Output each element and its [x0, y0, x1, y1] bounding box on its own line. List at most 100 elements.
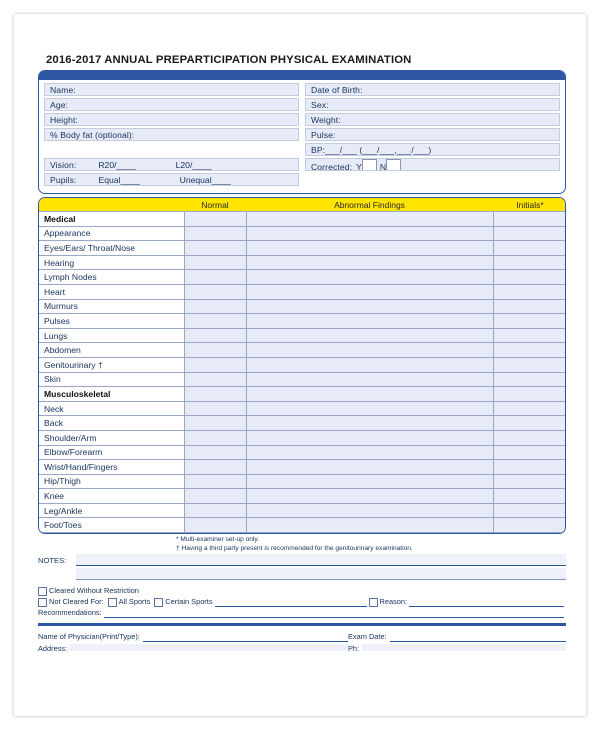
height-field[interactable]: Height:	[44, 113, 299, 126]
certain-sports-input-line[interactable]	[214, 597, 367, 607]
exam-abnormal-findings-cell[interactable]	[245, 356, 494, 373]
exam-normal-cell[interactable]	[183, 371, 247, 388]
exam-initials-cell[interactable]	[492, 444, 565, 461]
exam-initials-cell[interactable]	[492, 429, 565, 446]
exam-initials-cell[interactable]	[492, 298, 565, 315]
exam-normal-cell[interactable]	[183, 327, 247, 344]
exam-abnormal-findings-cell[interactable]	[245, 225, 494, 242]
exam-abnormal-findings-cell[interactable]	[245, 240, 494, 256]
exam-normal-cell[interactable]	[183, 283, 247, 300]
exam-normal-cell[interactable]	[183, 517, 247, 534]
exam-item-label: Murmurs	[39, 298, 185, 315]
exam-abnormal-findings-cell[interactable]	[245, 254, 494, 271]
physician-name-input-line[interactable]	[142, 632, 348, 642]
exam-initials-cell[interactable]	[492, 269, 565, 285]
exam-abnormal-findings-cell[interactable]	[245, 327, 494, 344]
cleared-without-restriction-checkbox[interactable]	[38, 586, 47, 596]
exam-item-label: Foot/Toes	[39, 517, 185, 534]
exam-abnormal-findings-cell[interactable]	[245, 488, 494, 504]
exam-initials-cell[interactable]	[492, 502, 565, 519]
all-sports-checkbox[interactable]	[107, 597, 117, 607]
recommendations-input-line[interactable]	[103, 608, 564, 618]
exam-initials-cell[interactable]	[492, 211, 565, 227]
exam-initials-cell[interactable]	[492, 459, 565, 475]
exam-abnormal-findings-cell[interactable]	[245, 459, 494, 475]
age-field[interactable]: Age:	[44, 98, 299, 111]
exam-abnormal-findings-cell[interactable]	[245, 211, 494, 227]
exam-initials-cell[interactable]	[492, 488, 565, 504]
exam-abnormal-findings-cell[interactable]	[245, 400, 494, 417]
exam-normal-cell[interactable]	[183, 254, 247, 271]
weight-field[interactable]: Weight:	[305, 113, 560, 126]
exam-normal-cell[interactable]	[183, 225, 247, 242]
exam-initials-cell[interactable]	[492, 327, 565, 344]
pupils-field[interactable]: Pupils: Equal____ Unequal____	[44, 173, 299, 186]
exam-abnormal-findings-cell[interactable]	[245, 444, 494, 461]
exam-normal-cell[interactable]	[183, 313, 247, 329]
exam-normal-cell[interactable]	[183, 356, 247, 373]
exam-abnormal-findings-cell[interactable]	[245, 429, 494, 446]
exam-initials-cell[interactable]	[492, 254, 565, 271]
exam-initials-cell[interactable]	[492, 473, 565, 490]
exam-normal-cell[interactable]	[183, 502, 247, 519]
document-body: 2016-2017 ANNUAL PREPARTICIPATION PHYSIC…	[38, 54, 566, 651]
exam-normal-cell[interactable]	[183, 211, 247, 227]
exam-abnormal-findings-cell[interactable]	[245, 283, 494, 300]
not-cleared-for-checkbox[interactable]	[38, 597, 47, 607]
exam-normal-cell[interactable]	[183, 429, 247, 446]
phone-input-line[interactable]	[362, 643, 566, 651]
certain-sports-checkbox[interactable]	[154, 597, 164, 607]
corrected-field[interactable]: Corrected: Y N	[305, 158, 560, 171]
exam-initials-cell[interactable]	[492, 371, 565, 388]
exam-initials-cell[interactable]	[492, 225, 565, 242]
exam-abnormal-findings-cell[interactable]	[245, 386, 494, 402]
exam-abnormal-findings-cell[interactable]	[245, 298, 494, 315]
vision-field[interactable]: Vision: R20/____ L20/____	[44, 158, 299, 171]
body-fat-field[interactable]: % Body fat (optional):	[44, 128, 299, 141]
pulse-field[interactable]: Pulse:	[305, 128, 560, 141]
exam-normal-cell[interactable]	[183, 400, 247, 417]
exam-normal-cell[interactable]	[183, 444, 247, 461]
address-input-line[interactable]	[70, 643, 348, 651]
exam-initials-cell[interactable]	[492, 517, 565, 534]
exam-normal-cell[interactable]	[183, 386, 247, 402]
exam-normal-cell[interactable]	[183, 488, 247, 504]
blood-pressure-field[interactable]: BP:___/___ (___/___,___/___)	[305, 143, 560, 156]
exam-normal-cell[interactable]	[183, 298, 247, 315]
reason-input-line[interactable]	[409, 597, 564, 607]
identity-row-name: Name: Date of Birth:	[44, 83, 560, 96]
corrected-yes-checkbox[interactable]	[361, 159, 377, 170]
exam-initials-cell[interactable]	[492, 415, 565, 431]
exam-abnormal-findings-cell[interactable]	[245, 371, 494, 388]
table-row: Back	[39, 415, 565, 431]
name-field[interactable]: Name:	[44, 83, 299, 96]
exam-normal-cell[interactable]	[183, 459, 247, 475]
exam-abnormal-findings-cell[interactable]	[245, 313, 494, 329]
exam-abnormal-findings-cell[interactable]	[245, 473, 494, 490]
exam-normal-cell[interactable]	[183, 473, 247, 490]
exam-date-input-line[interactable]	[389, 632, 566, 642]
exam-normal-cell[interactable]	[183, 415, 247, 431]
exam-initials-cell[interactable]	[492, 240, 565, 256]
exam-abnormal-findings-cell[interactable]	[245, 502, 494, 519]
notes-input-line-1[interactable]	[76, 554, 566, 567]
exam-initials-cell[interactable]	[492, 283, 565, 300]
exam-initials-cell[interactable]	[492, 386, 565, 402]
sex-field[interactable]: Sex:	[305, 98, 560, 111]
exam-abnormal-findings-cell[interactable]	[245, 342, 494, 358]
table-row: Elbow/Forearm	[39, 444, 565, 461]
exam-normal-cell[interactable]	[183, 269, 247, 285]
exam-initials-cell[interactable]	[492, 356, 565, 373]
exam-normal-cell[interactable]	[183, 240, 247, 256]
exam-normal-cell[interactable]	[183, 342, 247, 358]
exam-initials-cell[interactable]	[492, 313, 565, 329]
exam-abnormal-findings-cell[interactable]	[245, 269, 494, 285]
exam-abnormal-findings-cell[interactable]	[245, 517, 494, 534]
corrected-no-checkbox[interactable]	[386, 159, 402, 170]
exam-initials-cell[interactable]	[492, 400, 565, 417]
notes-input-line-2[interactable]	[76, 568, 566, 581]
exam-abnormal-findings-cell[interactable]	[245, 415, 494, 431]
date-of-birth-field[interactable]: Date of Birth:	[305, 83, 560, 96]
exam-initials-cell[interactable]	[492, 342, 565, 358]
reason-checkbox[interactable]	[368, 597, 378, 607]
